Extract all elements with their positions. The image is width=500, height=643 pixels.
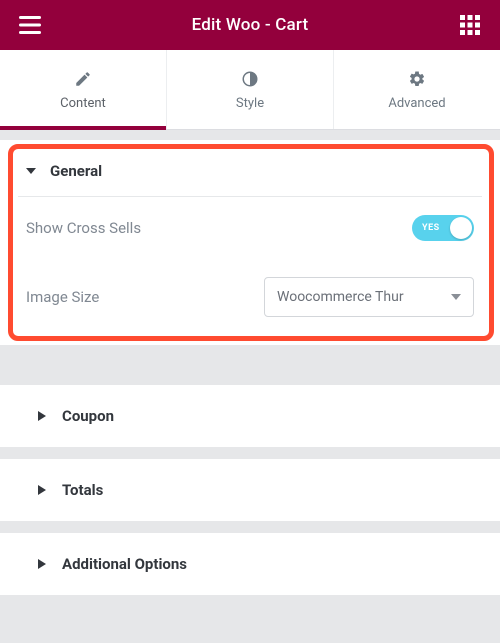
- panel-list: General Show Cross Sells YES Image Size …: [0, 130, 500, 595]
- tab-style[interactable]: Style: [167, 50, 334, 129]
- caret-right-icon: [38, 485, 46, 495]
- toggle-knob: [450, 217, 472, 239]
- contrast-icon: [167, 70, 333, 88]
- image-size-value: Woocommerce Thur: [277, 289, 404, 305]
- gear-icon: [334, 70, 500, 88]
- section-coupon-label: Coupon: [62, 407, 114, 425]
- control-show-cross-sells: Show Cross Sells YES: [0, 197, 500, 259]
- section-totals[interactable]: Totals: [0, 459, 500, 521]
- image-size-label: Image Size: [26, 288, 99, 306]
- tabs: Content Style Advanced: [0, 50, 500, 130]
- section-additional-label: Additional Options: [62, 555, 187, 573]
- header-bar: Edit Woo - Cart: [0, 0, 500, 50]
- panel-general: General Show Cross Sells YES Image Size …: [0, 140, 500, 345]
- section-coupon[interactable]: Coupon: [0, 385, 500, 447]
- section-additional[interactable]: Additional Options: [0, 533, 500, 595]
- hamburger-icon: [19, 16, 41, 34]
- caret-down-icon: [451, 292, 461, 302]
- caret-right-icon: [38, 411, 46, 421]
- panel-general-header[interactable]: General: [0, 140, 500, 196]
- header-title: Edit Woo - Cart: [192, 15, 309, 35]
- tab-advanced[interactable]: Advanced: [334, 50, 500, 129]
- show-cross-sells-toggle[interactable]: YES: [412, 215, 474, 241]
- general-highlight-wrap: General Show Cross Sells YES Image Size …: [0, 140, 500, 345]
- control-image-size: Image Size Woocommerce Thur: [0, 259, 500, 345]
- editor-panel: Edit Woo - Cart Content Style: [0, 0, 500, 643]
- caret-down-icon: [26, 166, 36, 176]
- caret-right-icon: [38, 559, 46, 569]
- pencil-icon: [0, 70, 166, 88]
- panel-general-title: General: [50, 162, 102, 180]
- apps-button[interactable]: [454, 9, 486, 41]
- tab-content-label: Content: [0, 96, 166, 111]
- section-totals-label: Totals: [62, 481, 103, 499]
- menu-button[interactable]: [14, 9, 46, 41]
- grid-icon: [460, 15, 480, 35]
- tab-advanced-label: Advanced: [334, 96, 500, 111]
- tab-content[interactable]: Content: [0, 50, 167, 129]
- show-cross-sells-label: Show Cross Sells: [26, 219, 141, 237]
- image-size-select[interactable]: Woocommerce Thur: [264, 277, 474, 317]
- tab-style-label: Style: [167, 96, 333, 111]
- toggle-text: YES: [422, 223, 440, 233]
